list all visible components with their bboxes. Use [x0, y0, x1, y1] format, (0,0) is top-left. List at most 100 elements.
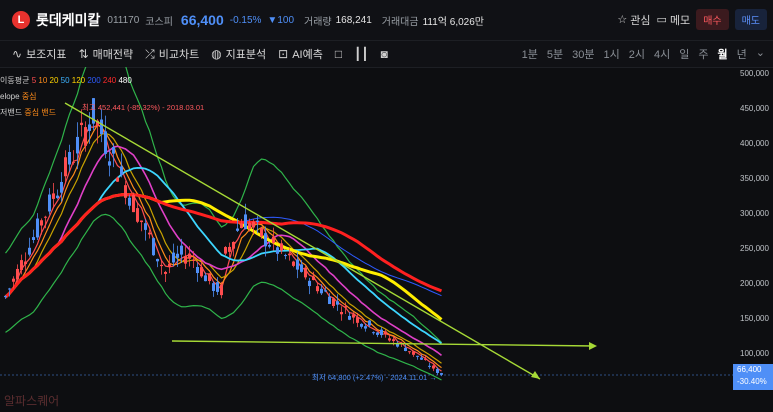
ai-predict-button[interactable]: ⊡ AI예측 — [278, 46, 323, 62]
candle-body — [248, 222, 251, 229]
chart-toolbar: ∿ 보조지표 ⇅ 매매전략 ⤮ 비교차트 ◍ 지표분석 ⊡ AI예측 □ ┃┃ … — [0, 40, 773, 68]
descending-trendline — [64, 102, 541, 380]
lotte-logo-icon: L — [12, 11, 30, 29]
candle-body — [188, 253, 191, 259]
band-legend[interactable]: 저밴드 중심 밴드 — [0, 105, 132, 121]
candle-body — [168, 263, 171, 267]
y-tick-label: 100,000 — [740, 349, 769, 358]
candle-body — [40, 220, 43, 226]
candle-body — [344, 306, 347, 308]
candle-body — [156, 258, 159, 262]
period-selector: 1분 5분 30분 1시 2시 4시 일 주 월 년 ⌄ — [522, 46, 765, 62]
period-2h[interactable]: 2시 — [629, 46, 645, 62]
candle-body — [20, 260, 23, 270]
candle-body — [388, 338, 391, 341]
candle-body — [432, 365, 435, 369]
candle-body — [424, 358, 427, 360]
candle-body — [148, 232, 151, 235]
candle-body — [36, 218, 39, 238]
analysis-button[interactable]: ◍ 지표분석 — [211, 46, 266, 62]
candle-body — [328, 296, 331, 305]
period-week[interactable]: 주 — [698, 46, 708, 62]
candle-body — [408, 351, 411, 353]
candle-body — [412, 351, 415, 355]
chevron-down-icon[interactable]: ⌄ — [756, 46, 765, 62]
period-month[interactable]: 월 — [718, 46, 728, 62]
y-tick-label: 450,000 — [740, 104, 769, 113]
period-1h[interactable]: 1시 — [604, 46, 620, 62]
support-line — [171, 340, 596, 347]
candle-body — [348, 315, 351, 320]
candle-body — [84, 127, 87, 146]
candle-body — [112, 147, 115, 154]
indicators-button[interactable]: ∿ 보조지표 — [12, 46, 67, 62]
screenshot-button[interactable]: ◙ — [381, 47, 388, 61]
candle-body — [184, 256, 187, 264]
stock-name[interactable]: 롯데케미칼 — [36, 10, 100, 30]
strategy-button[interactable]: ⇅ 매매전략 — [79, 46, 134, 62]
candle-body — [180, 245, 183, 255]
y-tick-label: 350,000 — [740, 174, 769, 183]
envelope-legend[interactable]: elope 중심 — [0, 89, 132, 105]
low-annotation: 최저 64,800 (+2.47%) - 2024.11.01 → — [312, 372, 437, 382]
candle-body — [80, 122, 83, 126]
y-tick-label: 150,000 — [740, 314, 769, 323]
candle-body — [288, 253, 291, 256]
strategy-label: 매매전략 — [92, 49, 134, 61]
candle-body — [172, 252, 175, 263]
period-1min[interactable]: 1분 — [522, 46, 538, 62]
compare-label: 비교차트 — [158, 49, 200, 61]
period-5min[interactable]: 5분 — [547, 46, 563, 62]
period-year[interactable]: 년 — [737, 46, 747, 62]
change-amount: ▼100 — [267, 14, 295, 26]
candle-body — [120, 166, 123, 176]
period-day[interactable]: 일 — [679, 46, 689, 62]
envelope-label: elope — [0, 92, 20, 101]
candle-type-button[interactable]: ┃┃ — [354, 47, 368, 61]
candle-body — [152, 238, 155, 256]
candle-body — [276, 247, 279, 254]
y-tick-label: 500,000 — [740, 69, 769, 78]
period-4h[interactable]: 4시 — [654, 46, 670, 62]
indicators-label: 보조지표 — [26, 49, 67, 61]
candlestick-icon: ┃┃ — [354, 47, 369, 61]
ma-periods: 5 10 20 50 120 200 240 480 — [32, 76, 132, 85]
current-price-tag: 66,400 -30.40% — [733, 364, 773, 390]
candle-body — [252, 221, 255, 228]
y-axis: 500,000 450,000 400,000 350,000 300,000 250,0… — [740, 69, 769, 358]
candle-body — [236, 228, 239, 231]
sell-button[interactable]: 매도 — [734, 9, 767, 30]
candle-body — [48, 194, 51, 212]
candle-body — [60, 181, 63, 193]
candle-body — [324, 290, 327, 292]
market-label: 코스피 — [145, 16, 173, 28]
candle-body — [140, 220, 143, 223]
y-tick-label: 250,000 — [740, 244, 769, 253]
compare-button[interactable]: ⤮ 비교차트 — [145, 46, 199, 62]
ma-period-20: 20 — [47, 76, 59, 85]
candle-body — [100, 119, 103, 135]
candle-body — [428, 365, 431, 367]
square-icon: □ — [334, 47, 343, 61]
candle-body — [308, 280, 311, 287]
draw-rect-button[interactable]: □ — [335, 47, 342, 61]
buy-button[interactable]: 매수 — [696, 9, 729, 30]
candle-body — [380, 329, 383, 336]
star-icon: ☆ — [617, 14, 628, 26]
header-bar: L 롯데케미칼 011170 코스피 66,400 -0.15% ▼100 거래… — [0, 0, 773, 40]
candle-body — [44, 216, 47, 218]
candle-body — [228, 246, 231, 252]
candle-body — [320, 288, 323, 294]
band-label: 저밴드 — [0, 108, 23, 117]
memo-button[interactable]: ▭ 메모 — [657, 12, 691, 28]
price-tag-value: 66,400 — [737, 365, 762, 374]
current-price: 66,400 — [180, 12, 224, 28]
ma-period-480: 480 — [116, 76, 132, 85]
watch-button[interactable]: ☆ 관심 — [617, 12, 650, 28]
candle-body — [24, 261, 27, 265]
period-30min[interactable]: 30분 — [572, 46, 594, 62]
ma-period-240: 240 — [100, 76, 117, 85]
ma-legend[interactable]: 이동평균 5 10 20 50 120 200 240 480 — [0, 73, 132, 89]
candle-body — [220, 284, 223, 296]
amount-value: 111억 6,026만 — [422, 16, 484, 28]
